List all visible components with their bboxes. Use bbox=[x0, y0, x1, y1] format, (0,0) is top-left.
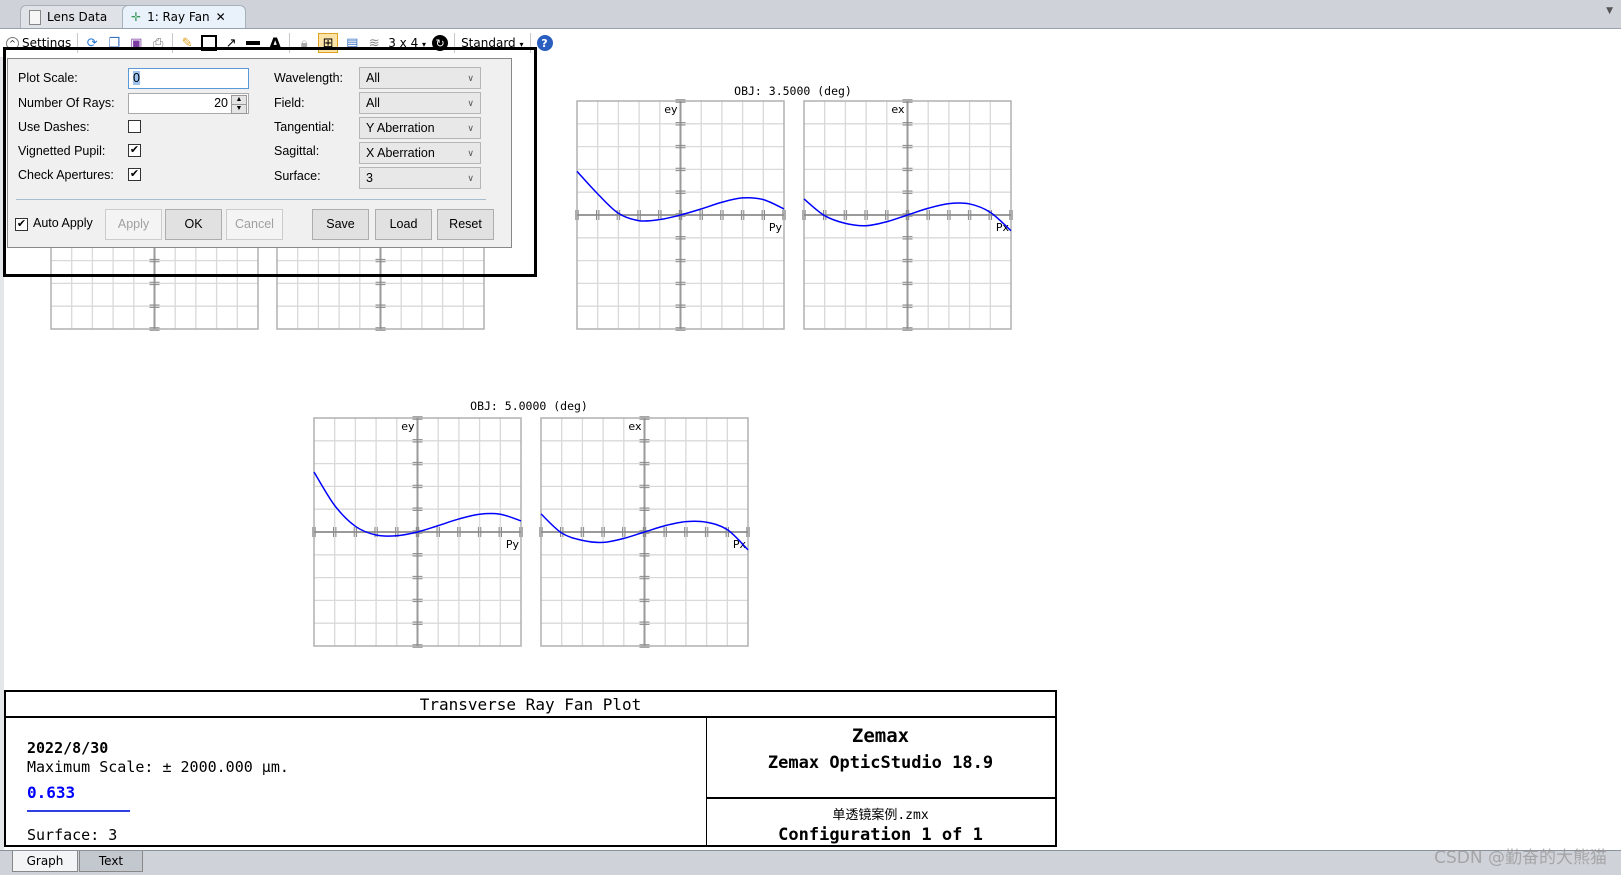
footer-max-scale: Maximum Scale: ± 2000.000 µm. bbox=[27, 758, 289, 776]
footer-date: 2022/8/30 bbox=[27, 739, 109, 757]
save-button[interactable]: Save bbox=[312, 209, 369, 240]
field-value: All bbox=[366, 96, 380, 110]
x-axis-label: Py bbox=[769, 221, 783, 234]
sagittal-value: X Aberration bbox=[366, 146, 435, 160]
settings-panel: Plot Scale: 0 Number Of Rays: 20 ▲ ▼ Use… bbox=[7, 58, 512, 248]
sagittal-label: Sagittal: bbox=[274, 144, 320, 158]
checkmark-icon: ✔ bbox=[129, 168, 140, 180]
y-axis-label: ex bbox=[628, 420, 642, 433]
chevron-down-icon: ∨ bbox=[467, 123, 474, 133]
view-tab-bar: Graph Text CSDN @勤奋的大熊猫 bbox=[0, 848, 1621, 875]
check-apertures-checkbox[interactable]: ✔ bbox=[128, 168, 141, 181]
number-of-rays-value: 20 bbox=[214, 96, 228, 110]
chevron-down-icon: ∨ bbox=[467, 173, 474, 183]
tab-overflow-icon[interactable]: ▼ bbox=[1606, 6, 1613, 16]
tangential-select[interactable]: Y Aberration ∨ bbox=[359, 117, 481, 139]
field-title: OBJ: 5.0000 (deg) bbox=[470, 399, 588, 413]
y-axis-label: ex bbox=[891, 103, 905, 116]
use-dashes-label: Use Dashes: bbox=[18, 120, 90, 134]
tangential-label: Tangential: bbox=[274, 120, 335, 134]
tab-ray-fan[interactable]: ✛ 1: Ray Fan ✕ bbox=[122, 5, 246, 28]
vignetted-pupil-checkbox[interactable]: ✔ bbox=[128, 144, 141, 157]
y-axis-label: ey bbox=[401, 420, 415, 433]
field-label: Field: bbox=[274, 96, 305, 110]
surface-select[interactable]: 3 ∨ bbox=[359, 167, 481, 189]
surface-label: Surface: bbox=[274, 169, 321, 183]
document-icon bbox=[29, 9, 41, 25]
wavelength-select[interactable]: All ∨ bbox=[359, 67, 481, 89]
chevron-down-icon: ∨ bbox=[467, 98, 474, 108]
footer-title: Transverse Ray Fan Plot bbox=[6, 692, 1055, 718]
check-apertures-label: Check Apertures: bbox=[18, 168, 114, 182]
ray-fan-icon: ✛ bbox=[131, 10, 142, 24]
footer-file: 单透镜案例.zmx bbox=[832, 808, 929, 823]
auto-apply-label: Auto Apply bbox=[33, 216, 93, 230]
x-axis-label: Py bbox=[506, 538, 520, 551]
footer-wavelength: 0.633 bbox=[27, 783, 76, 802]
chevron-down-icon: ∨ bbox=[467, 73, 474, 83]
apply-button[interactable]: Apply bbox=[105, 209, 162, 240]
chevron-down-icon: ∨ bbox=[467, 148, 474, 158]
number-of-rays-stepper[interactable]: 20 ▲ ▼ bbox=[128, 93, 249, 114]
field-select[interactable]: All ∨ bbox=[359, 92, 481, 114]
divider bbox=[16, 199, 486, 200]
tangential-value: Y Aberration bbox=[366, 121, 435, 135]
document-tab-bar: Lens Data ✛ 1: Ray Fan ✕ ▼ bbox=[0, 0, 1621, 29]
plot-scale-label: Plot Scale: bbox=[18, 71, 78, 85]
auto-apply-checkbox[interactable]: ✔ bbox=[15, 218, 28, 231]
help-icon[interactable]: ? bbox=[536, 35, 553, 51]
footer-configuration: Configuration 1 of 1 bbox=[778, 825, 983, 845]
use-dashes-checkbox[interactable] bbox=[128, 120, 141, 133]
checkmark-icon: ✔ bbox=[129, 144, 140, 156]
load-button[interactable]: Load bbox=[375, 209, 432, 240]
spin-down-icon[interactable]: ▼ bbox=[231, 104, 247, 114]
plot-info-box: Transverse Ray Fan Plot 2022/8/30 Maximu… bbox=[4, 690, 1057, 847]
field-title: OBJ: 3.5000 (deg) bbox=[734, 84, 852, 98]
wavelength-label: Wavelength: bbox=[274, 71, 344, 85]
y-axis-label: ey bbox=[664, 103, 678, 116]
footer-product: Zemax OpticStudio 18.9 bbox=[767, 753, 994, 773]
ray-fan-plot-tangential: ey Py bbox=[575, 99, 786, 331]
tab-label: 1: Ray Fan bbox=[147, 10, 210, 24]
sagittal-select[interactable]: X Aberration ∨ bbox=[359, 142, 481, 164]
wavelength-legend-line bbox=[27, 810, 130, 812]
ray-fan-plot-tangential: ey Py bbox=[312, 416, 523, 648]
vignetted-pupil-label: Vignetted Pupil: bbox=[18, 144, 106, 158]
footer-divider-horizontal bbox=[706, 797, 1055, 799]
cancel-button[interactable]: Cancel bbox=[226, 209, 283, 240]
footer-surface: Surface: 3 bbox=[27, 826, 118, 844]
surface-value: 3 bbox=[366, 171, 373, 185]
checkmark-icon: ✔ bbox=[16, 218, 27, 230]
plot-scale-value: 0 bbox=[133, 71, 140, 85]
ray-fan-plot-sagittal: exPx bbox=[802, 99, 1013, 331]
tab-text[interactable]: Text bbox=[79, 851, 143, 872]
reset-button[interactable]: Reset bbox=[437, 209, 494, 240]
plot-scale-input[interactable]: 0 bbox=[128, 68, 249, 89]
watermark: CSDN @勤奋的大熊猫 bbox=[1434, 848, 1607, 868]
tab-label: Lens Data bbox=[47, 10, 108, 24]
ray-fan-plot-sagittal: exPx bbox=[539, 416, 750, 648]
wavelength-value: All bbox=[366, 71, 380, 85]
tab-graph[interactable]: Graph bbox=[12, 851, 78, 872]
number-of-rays-label: Number Of Rays: bbox=[18, 96, 115, 110]
footer-company: Zemax bbox=[851, 725, 910, 747]
close-icon[interactable]: ✕ bbox=[216, 6, 226, 28]
ok-button[interactable]: OK bbox=[165, 209, 222, 240]
